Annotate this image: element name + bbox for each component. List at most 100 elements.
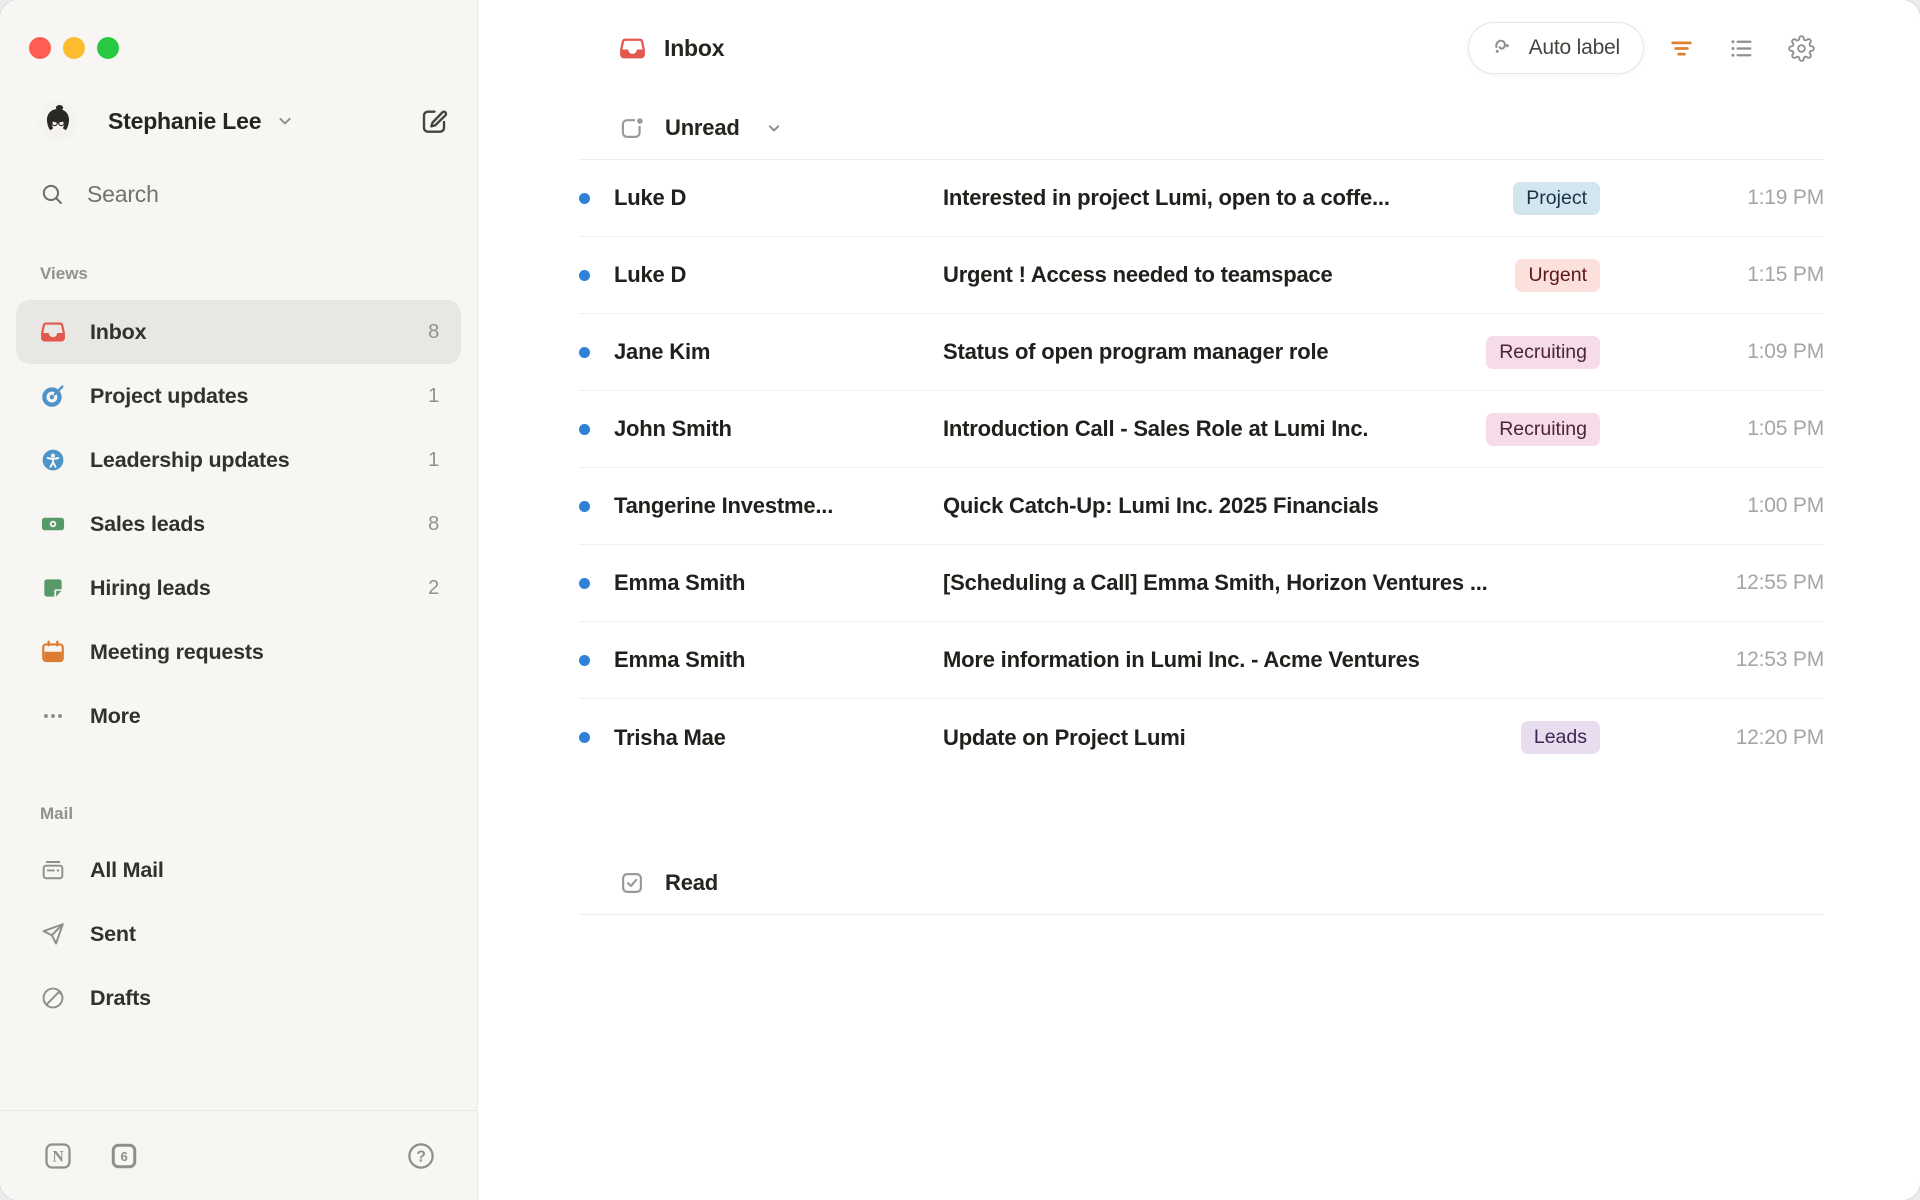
sidebar-item-drafts[interactable]: Drafts [16, 966, 461, 1030]
target-icon [42, 385, 64, 407]
sidebar-footer: N 6 ? [0, 1110, 477, 1200]
account-row: Stephanie Lee [38, 101, 451, 141]
auto-label-wand-icon [1494, 39, 1509, 53]
all-mail-icon [42, 861, 64, 880]
ellipsis-icon [44, 714, 62, 718]
unread-email-list: Luke D Interested in project Lumi, open … [579, 160, 1824, 776]
unread-count: 2 [428, 576, 439, 599]
email-sender: Emma Smith [614, 570, 746, 595]
unread-dot [579, 192, 590, 204]
unread-dot [579, 269, 590, 281]
sidebar-item-inbox[interactable]: Inbox 8 [16, 300, 461, 364]
filter-button[interactable] [1658, 25, 1704, 71]
search-icon [42, 184, 62, 204]
notion-logo-icon: N [45, 1142, 71, 1169]
sidebar-item-label: Meeting requests [90, 639, 264, 664]
sidebar-item-all-mail[interactable]: All Mail [16, 838, 461, 902]
email-label-badge: Urgent [1515, 258, 1600, 292]
email-sender: Tangerine Investme... [614, 493, 834, 518]
notion-app-button[interactable]: N [42, 1140, 74, 1172]
close-window-button[interactable] [29, 37, 51, 59]
zoom-window-button[interactable] [97, 37, 119, 59]
email-sender: Jane Kim [614, 339, 711, 364]
sidebar-item-more[interactable]: More [16, 684, 461, 748]
email-label-badge: Leads [1520, 721, 1600, 754]
email-time: 12:20 PM [1735, 725, 1824, 749]
svg-text:?: ? [416, 1148, 425, 1165]
read-group-header[interactable]: Read [579, 851, 1824, 915]
window-controls [0, 0, 477, 59]
sidebar-item-meeting-requests[interactable]: Meeting requests [16, 620, 461, 684]
email-row[interactable]: Emma Smith More information in Lumi Inc.… [579, 622, 1824, 699]
sidebar-item-hiring-leads[interactable]: Hiring leads 2 [16, 556, 461, 620]
header-actions: Auto label [1467, 22, 1824, 74]
email-sender: Emma Smith [614, 647, 746, 672]
email-subject: [Scheduling a Call] Emma Smith, Horizon … [943, 570, 1488, 595]
minimize-window-button[interactable] [63, 37, 85, 59]
email-row[interactable]: Jane Kim Status of open program manager … [579, 314, 1824, 391]
unread-indicator [579, 192, 614, 204]
list-icon [1730, 39, 1751, 57]
user-name: Stephanie Lee [108, 107, 262, 134]
unread-group-header[interactable]: Unread [579, 96, 1824, 160]
email-subject: Quick Catch-Up: Lumi Inc. 2025 Financial… [943, 493, 1379, 518]
email-row[interactable]: Emma Smith [Scheduling a Call] Emma Smit… [579, 545, 1824, 622]
email-list-panel: Unread Luke D Interested in project Lumi… [579, 96, 1824, 915]
email-row[interactable]: Luke D Urgent ! Access needed to teamspa… [579, 237, 1824, 314]
sidebar-item-label: More [90, 703, 141, 728]
email-sender: Luke D [614, 185, 687, 210]
email-label-badge: Recruiting [1486, 335, 1600, 369]
unread-indicator [579, 654, 614, 666]
settings-button[interactable] [1778, 25, 1824, 71]
help-button[interactable]: ? [405, 1140, 437, 1172]
email-time: 12:55 PM [1735, 571, 1824, 594]
mail-list: All Mail Sent Drafts [0, 838, 477, 1030]
search-button[interactable]: Search [40, 181, 451, 208]
email-label-badge: Project [1513, 181, 1600, 215]
sidebar-item-sent[interactable]: Sent [16, 902, 461, 966]
email-row[interactable]: John Smith Introduction Call - Sales Rol… [579, 391, 1824, 468]
banknote-icon [41, 517, 65, 531]
unread-indicator [579, 500, 614, 512]
app-window: Stephanie Lee Search Views Inbox 8 Proje… [0, 0, 1920, 1200]
main-header: Inbox Auto label [478, 0, 1920, 96]
compose-button[interactable] [417, 104, 451, 138]
unread-indicator [579, 423, 614, 435]
sidebar-item-leadership-updates[interactable]: Leadership updates 1 [16, 428, 461, 492]
unread-count: 8 [428, 512, 439, 535]
calendar-6-icon: 6 [111, 1143, 137, 1168]
compose-icon [422, 110, 448, 133]
unread-count: 8 [428, 320, 439, 343]
sidebar-item-label: All Mail [90, 857, 164, 882]
sidebar-item-label: Inbox [90, 319, 147, 344]
list-view-button[interactable] [1718, 25, 1764, 71]
unread-icon [621, 115, 645, 138]
unread-count: 1 [428, 384, 439, 407]
calendar-app-button[interactable]: 6 [108, 1140, 140, 1172]
unread-dot [579, 423, 590, 435]
email-row[interactable]: Trisha Mae Update on Project Lumi Leads … [579, 699, 1824, 776]
unread-indicator [579, 577, 614, 589]
email-subject: Interested in project Lumi, open to a co… [943, 185, 1390, 210]
email-subject: Urgent ! Access needed to teamspace [943, 262, 1333, 287]
email-subject: Status of open program manager role [943, 339, 1329, 364]
sidebar-item-project-updates[interactable]: Project updates 1 [16, 364, 461, 428]
note-icon [44, 579, 62, 597]
unread-dot [579, 346, 590, 358]
auto-label-text: Auto label [1528, 36, 1621, 59]
mail-panel: Inbox Auto label Unread Luke D Intereste… [478, 0, 1920, 1200]
email-subject: Update on Project Lumi [943, 724, 1186, 750]
gear-icon [1787, 34, 1815, 62]
email-sender: John Smith [614, 416, 732, 441]
sidebar-item-label: Sent [90, 921, 136, 946]
inbox-icon [620, 38, 645, 58]
drafts-icon [42, 987, 64, 1009]
email-subject: More information in Lumi Inc. - Acme Ven… [943, 647, 1420, 672]
account-switcher[interactable]: Stephanie Lee [38, 101, 295, 141]
accessibility-icon [42, 449, 64, 471]
email-row[interactable]: Tangerine Investme... Quick Catch-Up: Lu… [579, 468, 1824, 545]
auto-label-button[interactable]: Auto label [1467, 22, 1644, 74]
chevron-down-icon [768, 124, 779, 131]
sidebar-item-sales-leads[interactable]: Sales leads 8 [16, 492, 461, 556]
email-row[interactable]: Luke D Interested in project Lumi, open … [579, 160, 1824, 237]
